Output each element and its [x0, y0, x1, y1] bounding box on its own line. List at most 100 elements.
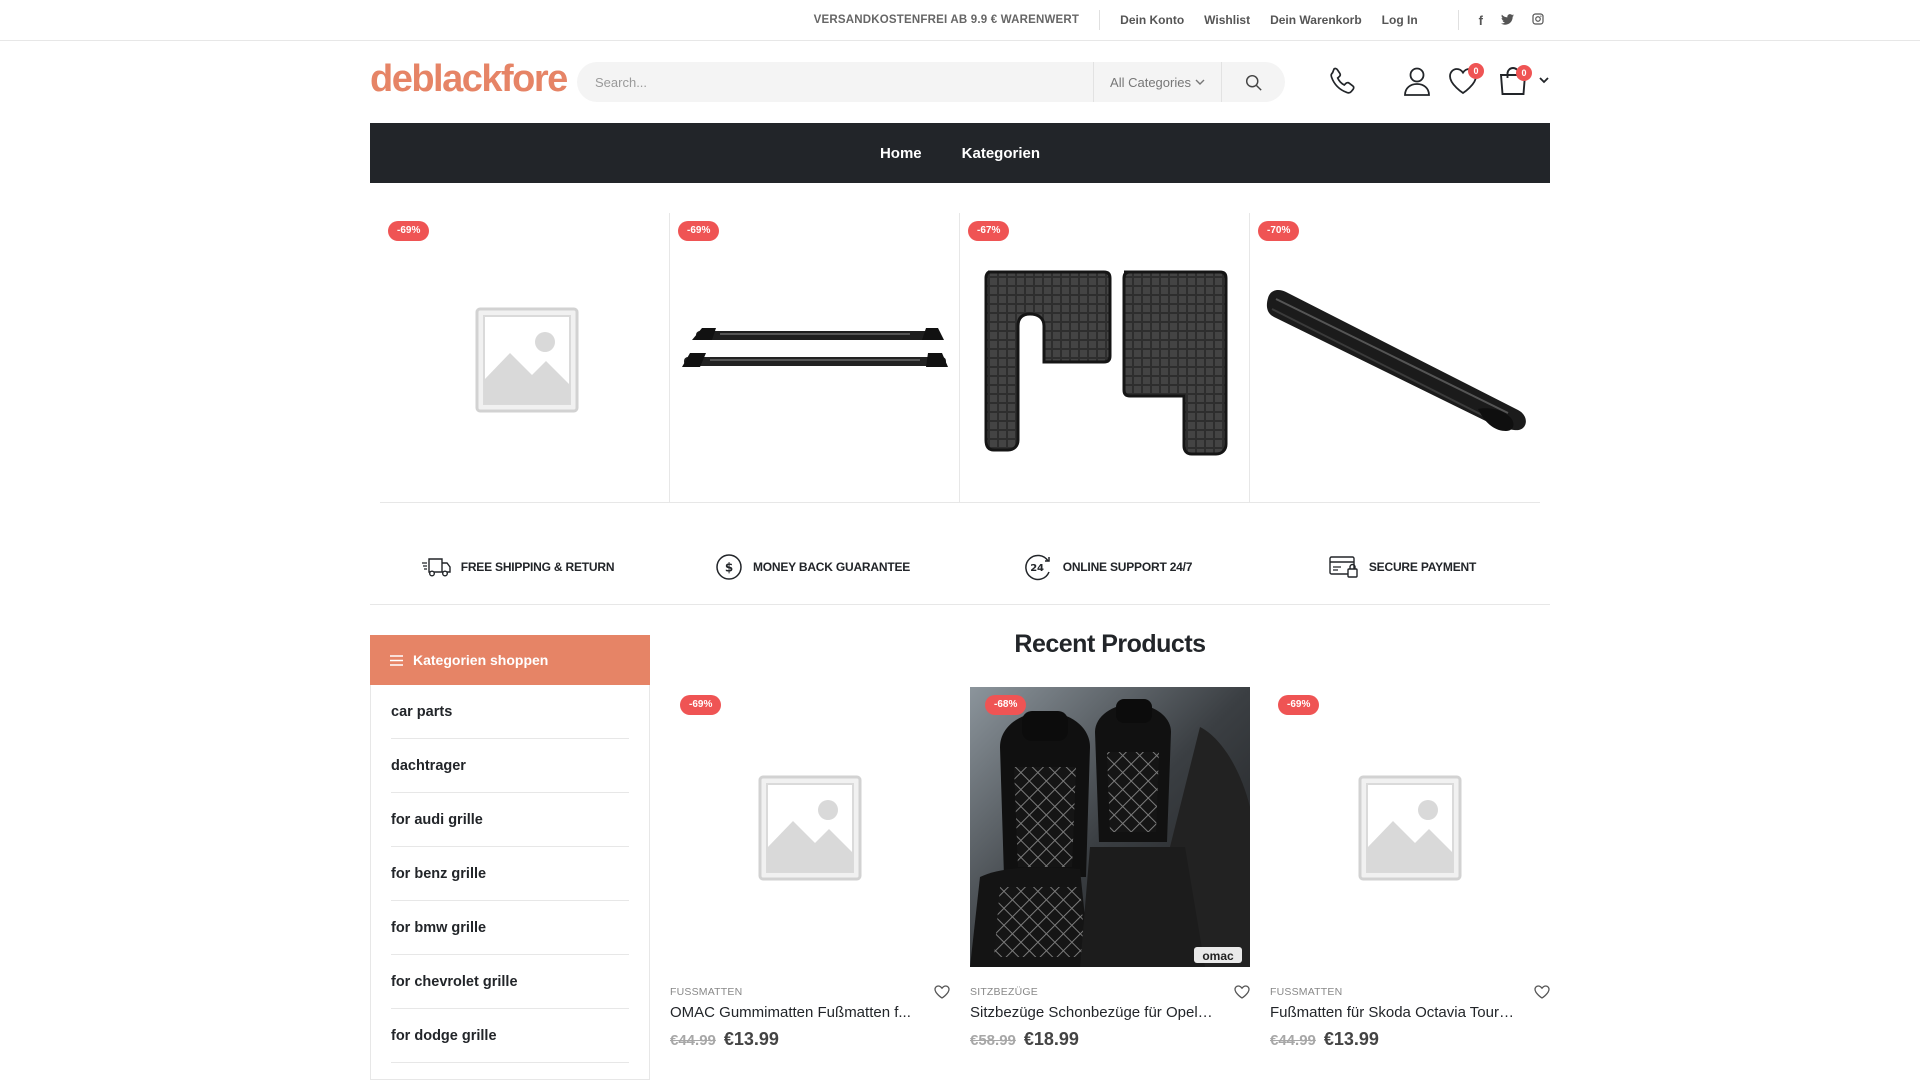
twitter-icon[interactable]: [1501, 13, 1514, 28]
user-icon[interactable]: [1400, 64, 1434, 98]
wishlist-link[interactable]: Wishlist: [1204, 13, 1250, 27]
svg-text:$: $: [725, 561, 733, 575]
product-category[interactable]: SITZBEZÜGE: [970, 986, 1038, 998]
phone-icon[interactable]: [1326, 64, 1360, 98]
shipping-notice: VERSANDKOSTENFREI AB 9.9 € WARENWERT: [813, 14, 1080, 26]
chevron-down-icon: [1195, 79, 1205, 85]
sale-price: €13.99: [723, 1029, 779, 1049]
facebook-icon[interactable]: f: [1479, 13, 1483, 28]
category-select[interactable]: All Categories: [1093, 62, 1221, 102]
floor-mats-image: [984, 270, 1228, 456]
featured-products-row: -69% -69% -67% -70%: [380, 213, 1540, 503]
old-price: €58.99: [970, 1032, 1016, 1049]
category-item[interactable]: for bmw grille: [391, 901, 629, 955]
product-category-row: FUSSMATTEN: [670, 985, 950, 999]
login-link[interactable]: Log In: [1382, 13, 1418, 27]
product-category-row: FUSSMATTEN: [1270, 985, 1550, 999]
category-item[interactable]: for benz grille: [391, 847, 629, 901]
divider: [1099, 10, 1101, 30]
account-link[interactable]: Dein Konto: [1120, 13, 1184, 27]
product-category-row: SITZBEZÜGE: [970, 985, 1250, 999]
product-price: €58.99 €18.99: [970, 1029, 1250, 1050]
recent-products-title: Recent Products: [1014, 630, 1206, 658]
feature-label: ONLINE SUPPORT 24/7: [1062, 560, 1193, 574]
placeholder-image-icon: [1358, 775, 1462, 881]
product-image[interactable]: omac -68%: [970, 687, 1250, 967]
category-item[interactable]: dachtrager: [391, 739, 629, 793]
heart-icon[interactable]: [1534, 985, 1550, 999]
sale-price: €18.99: [1023, 1029, 1079, 1049]
instagram-icon[interactable]: [1532, 12, 1544, 28]
nav-home[interactable]: Home: [880, 145, 922, 162]
featured-product[interactable]: -69%: [380, 213, 670, 503]
top-bar-content: VERSANDKOSTENFREI AB 9.9 € WARENWERT Dei…: [814, 0, 1544, 40]
placeholder-image-icon: [758, 775, 862, 881]
dollar-circle-icon: $: [716, 554, 742, 580]
product-card: omac -68% SITZBEZÜGE Sitzbezüge Schonbez…: [970, 687, 1250, 1050]
search-bar: All Categories: [577, 62, 1285, 102]
roof-bars-image: [682, 328, 948, 367]
placeholder-image-icon: [475, 307, 579, 413]
chevron-down-icon[interactable]: [1539, 77, 1549, 84]
featured-product[interactable]: -67%: [960, 213, 1250, 503]
product-category[interactable]: FUSSMATTEN: [1270, 986, 1342, 998]
cart-button[interactable]: 0: [1496, 64, 1532, 98]
discount-badge: -69%: [680, 695, 722, 715]
category-sidebar: Kategorien shoppen car parts dachtrager …: [370, 635, 650, 1080]
category-item[interactable]: for chevrolet grille: [391, 955, 629, 1009]
feature-label: FREE SHIPPING & RETURN: [460, 560, 615, 574]
cart-count-badge: 0: [1516, 65, 1532, 81]
product-category[interactable]: FUSSMATTEN: [670, 986, 742, 998]
search-button[interactable]: [1221, 62, 1285, 102]
features-bar: FREE SHIPPING & RETURN $ MONEY BACK GUAR…: [370, 530, 1550, 605]
discount-badge: -70%: [1258, 221, 1300, 241]
product-name[interactable]: Fußmatten für Skoda Octavia Tour ...: [1270, 1004, 1515, 1021]
heart-icon[interactable]: [1234, 985, 1250, 999]
product-name[interactable]: OMAC Gummimatten Fußmatten f...: [670, 1004, 915, 1021]
wishlist-count-badge: 0: [1468, 63, 1484, 79]
wishlist-button[interactable]: 0: [1446, 63, 1484, 98]
svg-text:24: 24: [1030, 563, 1044, 574]
feature-item: SECURE PAYMENT: [1255, 530, 1550, 604]
brand-watermark: omac: [1202, 949, 1234, 963]
product-card: -69% FUSSMATTEN OMAC Gummimatten Fußmatt…: [670, 687, 950, 1050]
category-select-label: All Categories: [1110, 74, 1191, 90]
discount-badge: -69%: [388, 221, 430, 241]
product-card: -69% FUSSMATTEN Fußmatten für Skoda Octa…: [1270, 687, 1550, 1050]
divider: [1457, 10, 1459, 30]
nav-kategorien[interactable]: Kategorien: [962, 145, 1040, 162]
discount-badge: -67%: [968, 221, 1010, 241]
old-price: €44.99: [1270, 1032, 1316, 1049]
secure-payment-icon: [1329, 556, 1358, 578]
category-list: car parts dachtrager for audi grille for…: [391, 685, 629, 1063]
cart-link[interactable]: Dein Warenkorb: [1270, 13, 1362, 27]
category-sidebar-header[interactable]: Kategorien shoppen: [370, 635, 650, 685]
search-icon: [1245, 74, 1262, 91]
featured-product[interactable]: -70%: [1250, 213, 1540, 503]
product-price: €44.99 €13.99: [670, 1029, 950, 1050]
featured-product[interactable]: -69%: [670, 213, 960, 503]
discount-badge: -69%: [678, 221, 720, 241]
main-nav: Home Kategorien: [370, 123, 1550, 183]
product-price: €44.99 €13.99: [1270, 1029, 1550, 1050]
category-item[interactable]: for audi grille: [391, 793, 629, 847]
truck-icon: [421, 558, 451, 577]
site-logo[interactable]: deblackfore: [370, 58, 568, 101]
product-image[interactable]: -69%: [1270, 687, 1550, 967]
discount-badge: -69%: [1278, 695, 1320, 715]
feature-item: $ MONEY BACK GUARANTEE: [665, 530, 960, 604]
social-links: f: [1479, 13, 1544, 28]
old-price: €44.99: [670, 1032, 716, 1049]
sale-price: €13.99: [1323, 1029, 1379, 1049]
product-name[interactable]: Sitzbezüge Schonbezüge für Opel M...: [970, 1004, 1215, 1021]
seat-covers-image: omac: [970, 687, 1250, 967]
heart-icon[interactable]: [934, 985, 950, 999]
search-input[interactable]: [577, 62, 1093, 102]
feature-label: MONEY BACK GUARANTEE: [752, 560, 911, 574]
feature-item: 24 ONLINE SUPPORT 24/7: [960, 530, 1255, 604]
category-item[interactable]: for dodge grille: [391, 1009, 629, 1063]
support-24-icon: 24: [1024, 554, 1050, 581]
running-board-image: [1266, 290, 1526, 431]
product-image[interactable]: -69%: [670, 687, 950, 967]
category-item[interactable]: car parts: [391, 685, 629, 739]
